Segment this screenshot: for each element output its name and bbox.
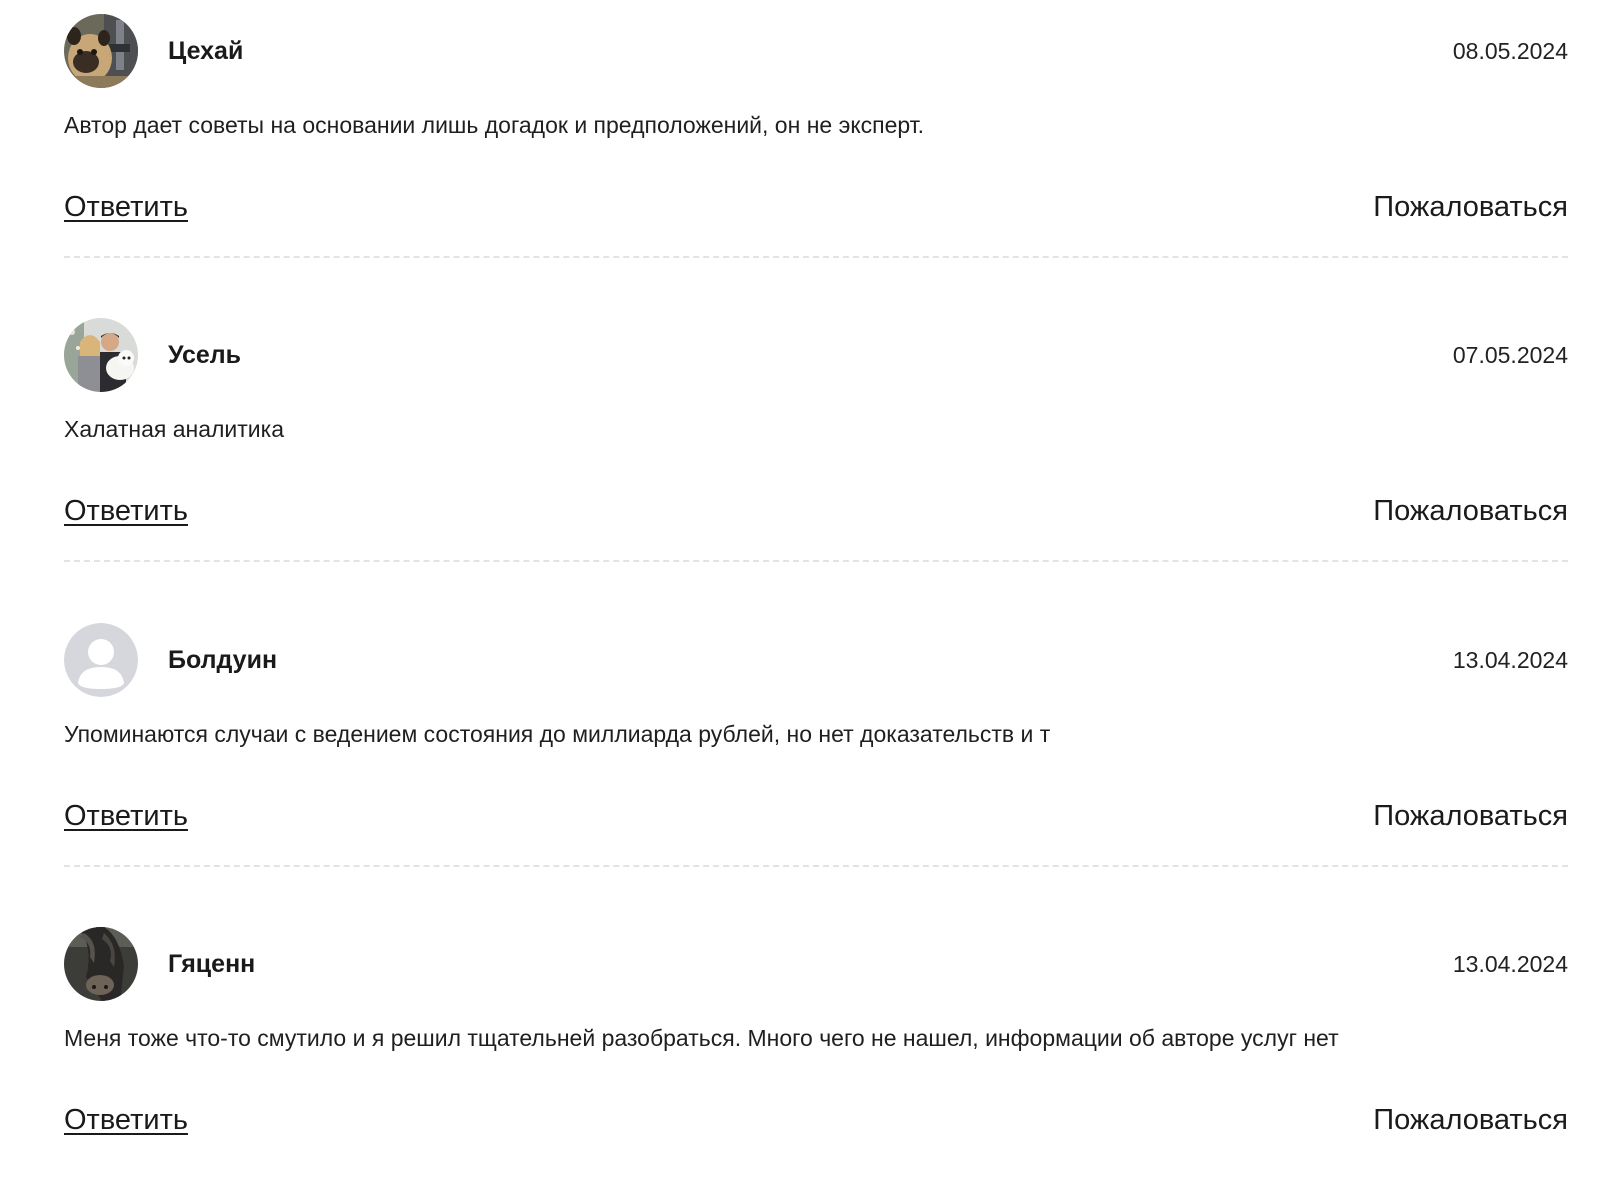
avatar[interactable] <box>64 318 138 392</box>
divider <box>64 560 1568 562</box>
comment-date: 07.05.2024 <box>1452 342 1568 368</box>
report-link[interactable]: Пожаловаться <box>1373 1103 1568 1137</box>
comment-item: Болдуин 13.04.2024 Упоминаются случаи с … <box>64 623 1568 923</box>
comment-item: Цехай 08.05.2024 Автор дает советы на ос… <box>64 14 1568 314</box>
avatar[interactable] <box>64 927 138 1001</box>
reply-link[interactable]: Ответить <box>64 799 188 833</box>
comment-text: Халатная аналитика <box>64 416 285 442</box>
comment-text: Меня тоже что-то смутило и я решил тщате… <box>64 1025 1339 1051</box>
photo-avatar-dog-icon <box>64 14 138 88</box>
report-link[interactable]: Пожаловаться <box>1373 190 1568 224</box>
comments-list: Цехай 08.05.2024 Автор дает советы на ос… <box>0 0 1600 1190</box>
comment-date: 13.04.2024 <box>1452 951 1568 977</box>
reply-link[interactable]: Ответить <box>64 190 188 224</box>
author-name: Усель <box>168 341 242 369</box>
author-name: Болдуин <box>168 646 278 674</box>
comment-date: 13.04.2024 <box>1452 647 1568 673</box>
comment-item: Усель 07.05.2024 Халатная аналитика Отве… <box>64 318 1568 618</box>
photo-avatar-horse-icon <box>64 927 138 1001</box>
photo-avatar-couple-icon <box>64 318 138 392</box>
author-name: Цехай <box>168 37 244 65</box>
author-name: Гяценн <box>168 950 256 978</box>
default-user-icon <box>64 623 138 697</box>
report-link[interactable]: Пожаловаться <box>1373 494 1568 528</box>
comment-text: Автор дает советы на основании лишь дога… <box>64 112 925 138</box>
comment-item: Гяценн 13.04.2024 Меня тоже что-то смути… <box>64 927 1568 1190</box>
divider <box>64 865 1568 867</box>
reply-link[interactable]: Ответить <box>64 494 188 528</box>
avatar[interactable] <box>64 623 138 697</box>
divider <box>64 256 1568 258</box>
comment-date: 08.05.2024 <box>1452 38 1568 64</box>
avatar[interactable] <box>64 14 138 88</box>
reply-link[interactable]: Ответить <box>64 1103 188 1137</box>
report-link[interactable]: Пожаловаться <box>1373 799 1568 833</box>
comment-text: Упоминаются случаи с ведением состояния … <box>64 721 1051 747</box>
